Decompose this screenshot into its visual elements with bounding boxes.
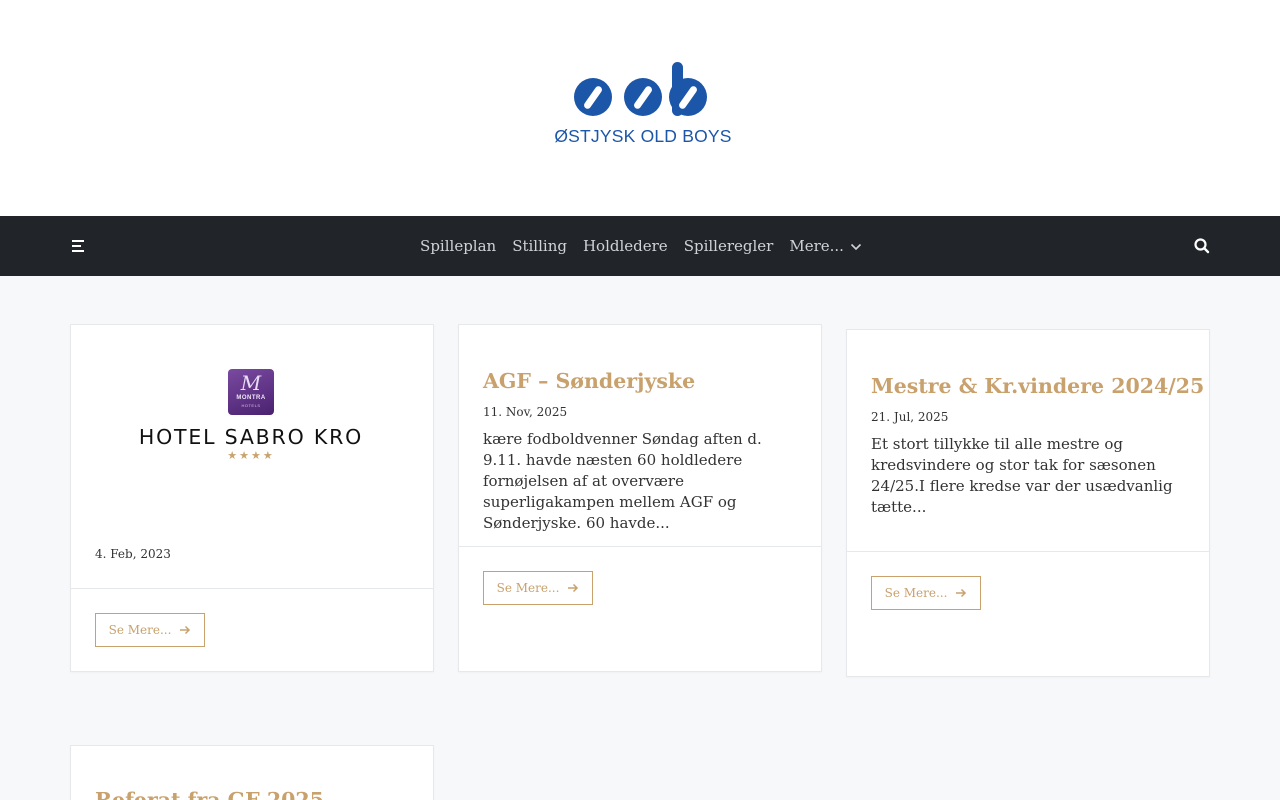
post-card-mestre: Mestre & Kr.vindere 2024/25 21. Jul, 202…	[846, 329, 1210, 677]
post-date: 4. Feb, 2023	[95, 547, 171, 561]
logo-text: ØSTJYSK OLD BOYS	[554, 126, 732, 146]
nav-dropdown-label: Mere...	[789, 237, 844, 255]
search-button[interactable]	[1192, 236, 1212, 256]
montra-emblem-icon: M MONTRA HOTELS	[228, 369, 274, 415]
read-more-label: Se Mere...	[496, 581, 560, 595]
sponsor-name: HOTEL SABRO KRO	[138, 425, 364, 449]
nav-dropdown-mere[interactable]: Mere...	[789, 237, 862, 255]
read-more-button[interactable]: Se Mere...	[483, 571, 593, 605]
card-divider	[847, 551, 1209, 552]
post-card-agf: AGF – Sønderjyske 11. Nov, 2025 kære fod…	[458, 324, 822, 672]
nav-link-stilling[interactable]: Stilling	[512, 237, 567, 255]
oeob-logo-icon	[574, 62, 707, 116]
post-content: Mestre & Kr.vindere 2024/25 21. Jul, 202…	[871, 374, 1204, 518]
post-title[interactable]: AGF – Sønderjyske	[483, 369, 797, 393]
post-date: 21. Jul, 2025	[871, 410, 949, 424]
read-more-label: Se Mere...	[108, 623, 172, 637]
read-more-label: Se Mere...	[884, 586, 948, 600]
post-date: 11. Nov, 2025	[483, 405, 568, 419]
main-navbar: Spilleplan Stilling Holdledere Spillereg…	[0, 216, 1280, 276]
nav-link-spilleplan[interactable]: Spilleplan	[420, 237, 496, 255]
chevron-down-icon	[850, 237, 862, 255]
post-title[interactable]: Mestre & Kr.vindere 2024/25	[871, 374, 1204, 398]
read-more-button[interactable]: Se Mere...	[95, 613, 205, 647]
post-meta: 4. Feb, 2023	[95, 547, 409, 561]
read-more-button[interactable]: Se Mere...	[871, 576, 981, 610]
post-card-hotel: M MONTRA HOTELS HOTEL SABRO KRO ★★★★ 4. …	[70, 324, 434, 672]
nav-links: Spilleplan Stilling Holdledere Spillereg…	[0, 216, 1280, 276]
sponsor-stars: ★★★★	[227, 449, 275, 462]
arrow-right-icon	[568, 583, 579, 593]
site-logo[interactable]: ØSTJYSK OLD BOYS	[548, 60, 738, 150]
nav-link-holdledere[interactable]: Holdledere	[583, 237, 668, 255]
post-excerpt: kære fodboldvenner Søndag aften d. 9.11.…	[483, 430, 762, 532]
post-excerpt: Et stort tillykke til alle mestre og kre…	[871, 435, 1173, 516]
post-content: Referat fra GF 2025	[95, 788, 409, 800]
post-content: AGF – Sønderjyske 11. Nov, 2025 kære fod…	[483, 369, 797, 534]
arrow-right-icon	[180, 625, 191, 635]
card-divider	[459, 546, 821, 547]
post-card-referat: Referat fra GF 2025	[70, 745, 434, 800]
post-title[interactable]: Referat fra GF 2025	[95, 788, 409, 800]
search-icon	[1194, 238, 1210, 254]
card-divider	[71, 588, 433, 589]
arrow-right-icon	[956, 588, 967, 598]
site-header: ØSTJYSK OLD BOYS	[0, 0, 1280, 216]
nav-link-spilleregler[interactable]: Spilleregler	[684, 237, 774, 255]
